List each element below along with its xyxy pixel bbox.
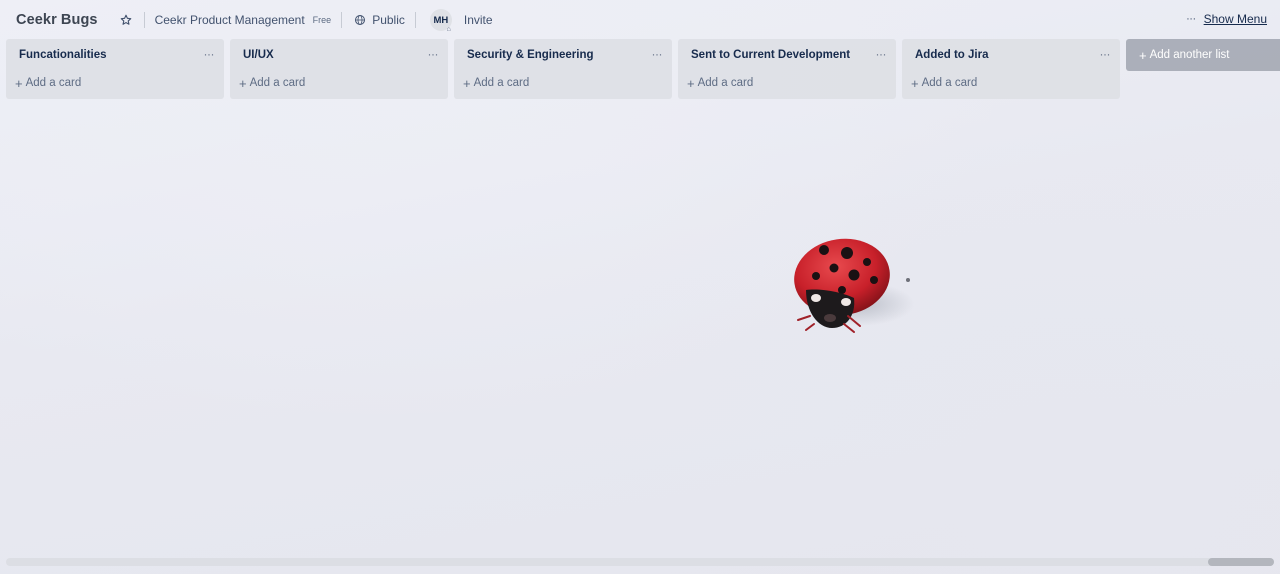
add-card-button[interactable]: + Add a card [463,75,530,91]
add-list-label: Add another list [1149,49,1230,61]
admin-icon: ⌂ [446,26,451,33]
plus-icon: + [911,75,919,91]
list-added-to-jira[interactable]: Added to Jira ··· + Add a card [902,39,1120,99]
plus-icon: + [239,75,247,91]
show-menu-button[interactable]: ··· Show Menu [1186,12,1267,26]
scrollbar-thumb[interactable] [1208,558,1274,566]
board-lists: Funcationalities ··· + Add a card UI/UX … [6,39,1126,99]
list-menu-icon[interactable]: ··· [204,47,215,61]
visibility-button[interactable]: Public [372,13,405,27]
list-ui-ux[interactable]: UI/UX ··· + Add a card [230,39,448,99]
header-divider [341,12,343,28]
plus-icon: + [1139,47,1147,63]
add-card-label: Add a card [697,77,754,89]
list-title[interactable]: Added to Jira [915,49,988,61]
add-card-label: Add a card [473,77,530,89]
invite-button[interactable]: Invite [464,13,493,27]
list-title[interactable]: UI/UX [243,49,274,61]
plus-icon: + [15,75,23,91]
board-header: Ceekr Bugs Ceekr Product Management Free… [0,0,1280,40]
globe-icon [352,12,368,28]
show-menu-label: Show Menu [1203,12,1267,26]
list-menu-icon[interactable]: ··· [1100,47,1111,61]
header-divider [414,12,416,28]
plus-icon: + [687,75,695,91]
header-divider [143,12,145,28]
avatar-initials: MH [433,14,449,26]
plus-icon: + [463,75,471,91]
add-card-button[interactable]: + Add a card [687,75,754,91]
add-card-label: Add a card [249,77,306,89]
add-card-button[interactable]: + Add a card [239,75,306,91]
add-card-label: Add a card [921,77,978,89]
workspace-badge: Free [312,15,332,25]
horizontal-scrollbar[interactable] [6,558,1274,566]
more-icon: ··· [1186,13,1196,25]
add-another-list-button[interactable]: + Add another list [1126,39,1280,71]
list-funcationalities[interactable]: Funcationalities ··· + Add a card [6,39,224,99]
add-card-label: Add a card [25,77,82,89]
ladybug-image [794,238,914,333]
list-security-engineering[interactable]: Security & Engineering ··· + Add a card [454,39,672,99]
list-title[interactable]: Security & Engineering [467,49,594,61]
avatar[interactable]: MH ⌂ [429,9,452,33]
list-menu-icon[interactable]: ··· [652,47,663,61]
add-card-button[interactable]: + Add a card [911,75,978,91]
list-title[interactable]: Sent to Current Development [691,49,850,61]
list-sent-to-current-development[interactable]: Sent to Current Development ··· + Add a … [678,39,896,99]
add-card-button[interactable]: + Add a card [15,75,82,91]
list-menu-icon[interactable]: ··· [428,47,439,61]
list-menu-icon[interactable]: ··· [876,47,887,61]
workspace-name[interactable]: Ceekr Product Management [155,13,305,27]
list-title[interactable]: Funcationalities [19,49,107,61]
board-title[interactable]: Ceekr Bugs [16,12,98,28]
star-icon[interactable] [118,12,134,28]
